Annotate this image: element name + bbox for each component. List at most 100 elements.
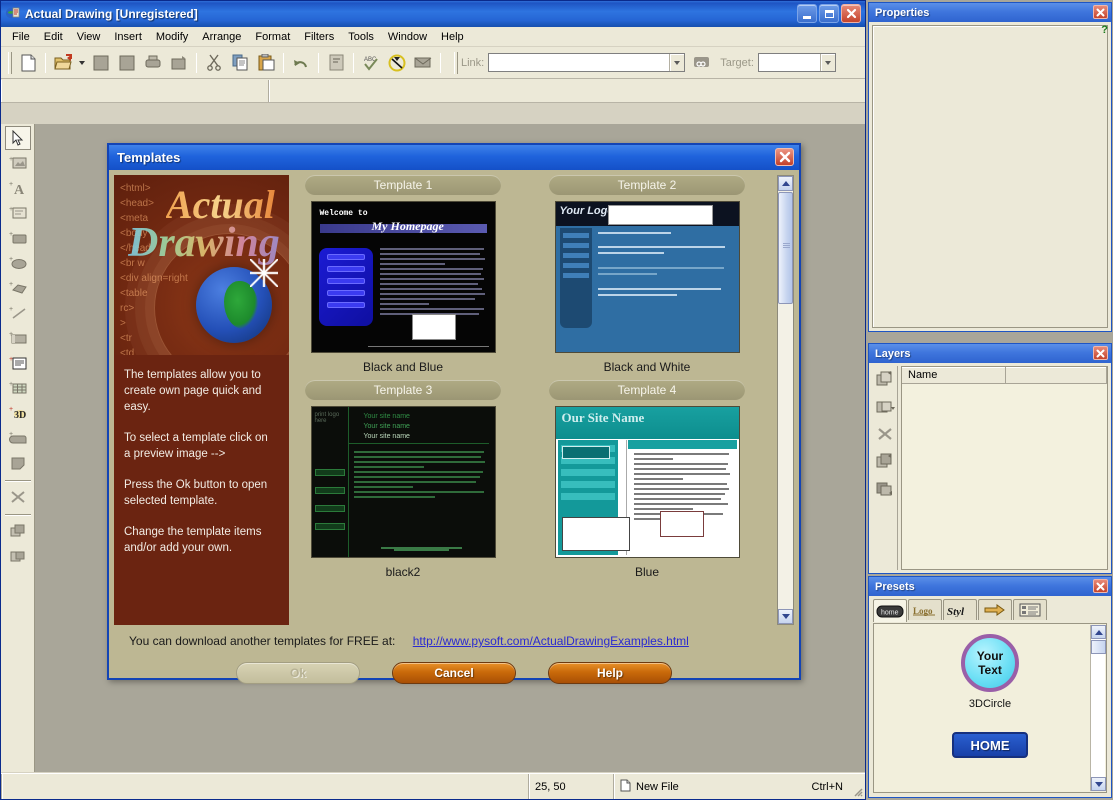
presets-scroll-down-icon[interactable] <box>1091 777 1106 791</box>
new-layer-tool[interactable] <box>5 519 31 543</box>
paste-icon[interactable] <box>254 51 278 75</box>
ok-button[interactable]: Ok <box>236 662 360 684</box>
preview-browser-icon[interactable] <box>385 51 409 75</box>
cut-icon[interactable] <box>202 51 226 75</box>
cancel-button[interactable]: Cancel <box>392 662 516 684</box>
presets-dock-close-icon[interactable] <box>1093 579 1108 593</box>
print-icon[interactable] <box>141 51 165 75</box>
menu-view[interactable]: View <box>70 29 108 45</box>
menu-arrange[interactable]: Arrange <box>195 29 248 45</box>
template-preview-1[interactable]: Welcome to My Homepage <box>310 201 496 353</box>
rollover-tool[interactable]: + <box>5 426 31 450</box>
close-button[interactable] <box>841 4 861 23</box>
chevron-down-icon[interactable] <box>669 54 685 71</box>
new-file-icon[interactable] <box>16 51 40 75</box>
maximize-button[interactable] <box>819 4 839 23</box>
text-tool[interactable]: + A <box>5 176 31 200</box>
arrow-preset-tab[interactable] <box>978 599 1012 620</box>
templates-scrollbar[interactable] <box>777 175 794 625</box>
copy-icon[interactable] <box>228 51 252 75</box>
presets-scrollbar[interactable] <box>1090 625 1106 791</box>
form-tool[interactable]: + <box>5 201 31 225</box>
properties-help-icon[interactable]: ? <box>1101 24 1108 36</box>
presets-scroll-thumb[interactable] <box>1091 640 1106 654</box>
preset-item-home[interactable]: HOME <box>874 732 1106 758</box>
layers-dock-close-icon[interactable] <box>1093 346 1108 360</box>
resize-grip[interactable] <box>849 774 865 799</box>
layers-column-extra[interactable] <box>1006 367 1107 383</box>
minimize-button[interactable] <box>797 4 817 23</box>
save-all-icon[interactable] <box>115 51 139 75</box>
templates-scroll-up-icon[interactable] <box>778 176 793 191</box>
pointer-tool[interactable] <box>4 126 31 150</box>
undo-icon[interactable] <box>289 51 313 75</box>
move-down-layer-icon[interactable] <box>875 480 895 501</box>
save-icon[interactable] <box>89 51 113 75</box>
properties-panel-area[interactable] <box>872 25 1108 328</box>
secondary-toolbar-field-1[interactable] <box>1 79 269 102</box>
menu-format[interactable]: Format <box>248 29 297 45</box>
publish-icon[interactable] <box>411 51 435 75</box>
slice-tool[interactable] <box>5 485 31 509</box>
home-button-preset-tab[interactable]: home <box>873 599 907 622</box>
target-input[interactable] <box>757 53 836 72</box>
template-preview-2[interactable]: Your Logo <box>554 201 740 353</box>
menu-filters[interactable]: Filters <box>297 29 341 45</box>
shape-tool[interactable] <box>5 451 31 475</box>
polygon-tool[interactable]: + <box>5 276 31 300</box>
layers-column-name[interactable]: Name <box>902 367 1006 383</box>
template-cell-4[interactable]: Template 4 Our Site Name Blue <box>549 380 745 579</box>
open-file-icon[interactable] <box>51 51 75 75</box>
duplicate-layer-tool[interactable] <box>5 544 31 568</box>
layers-list[interactable]: Name <box>901 366 1108 570</box>
toolbar-grip[interactable] <box>8 51 12 74</box>
rectangle-tool[interactable]: + <box>5 226 31 250</box>
spell-check-icon[interactable]: ABC <box>359 51 383 75</box>
applet-tool[interactable]: + <box>5 351 31 375</box>
menu-modify[interactable]: Modify <box>149 29 195 45</box>
menu-tools[interactable]: Tools <box>341 29 381 45</box>
download-link[interactable]: http://www.pysoft.com/ActualDrawingExamp… <box>413 634 689 648</box>
template-cell-2[interactable]: Template 2 Your Logo Black and White <box>549 175 745 374</box>
menu-edit[interactable]: Edit <box>37 29 70 45</box>
help-button[interactable]: Help <box>548 662 672 684</box>
link-input[interactable] <box>488 53 686 72</box>
delete-layer-icon[interactable] <box>876 426 894 445</box>
template-preview-4[interactable]: Our Site Name <box>554 406 740 558</box>
open-file-dropdown-icon[interactable] <box>77 51 87 75</box>
menu-file[interactable]: File <box>5 29 37 45</box>
templates-scroll-down-icon[interactable] <box>778 609 793 624</box>
secondary-toolbar-field-2[interactable] <box>269 79 865 102</box>
logo-preset-tab[interactable]: Logo <box>908 599 942 620</box>
ellipse-tool[interactable]: + <box>5 251 31 275</box>
image-tool[interactable]: + <box>5 151 31 175</box>
presets-dock: Presets home Logo Styl Your Text 3DCircl… <box>868 576 1112 798</box>
template-preview-3[interactable]: print logo here Your site name Your site … <box>310 406 496 558</box>
properties-dock-close-icon[interactable] <box>1093 5 1108 19</box>
presets-list[interactable]: Your Text 3DCircle HOME <box>873 623 1107 793</box>
properties-icon[interactable] <box>324 51 348 75</box>
menu-window[interactable]: Window <box>381 29 434 45</box>
preset-item-3dcircle[interactable]: Your Text 3DCircle <box>874 624 1106 710</box>
svg-text:+: + <box>9 206 13 213</box>
button-tool[interactable]: + <box>5 326 31 350</box>
move-up-layer-icon[interactable] <box>875 452 895 473</box>
new-layer-icon[interactable] <box>875 370 895 391</box>
line-tool[interactable]: + <box>5 301 31 325</box>
menu-help[interactable]: Help <box>434 29 471 45</box>
template-cell-1[interactable]: Template 1 Welcome to My Homepage Black … <box>305 175 501 374</box>
presets-scroll-up-icon[interactable] <box>1091 625 1106 639</box>
link-toolbar-grip[interactable] <box>454 51 458 74</box>
style-preset-tab[interactable]: Styl <box>943 599 977 620</box>
templates-dialog-close-icon[interactable] <box>775 148 794 166</box>
menu-insert[interactable]: Insert <box>107 29 149 45</box>
print-preview-icon[interactable] <box>167 51 191 75</box>
chevron-down-icon-target[interactable] <box>819 54 835 71</box>
3d-text-tool[interactable]: +3D <box>5 401 31 425</box>
table-tool[interactable]: + <box>5 376 31 400</box>
templates-scroll-thumb[interactable] <box>778 192 793 304</box>
link-chain-icon[interactable] <box>689 51 713 75</box>
template-cell-3[interactable]: Template 3 print logo here Your site name… <box>305 380 501 579</box>
duplicate-layer-icon[interactable] <box>875 398 895 419</box>
list-preset-tab[interactable] <box>1013 599 1047 620</box>
